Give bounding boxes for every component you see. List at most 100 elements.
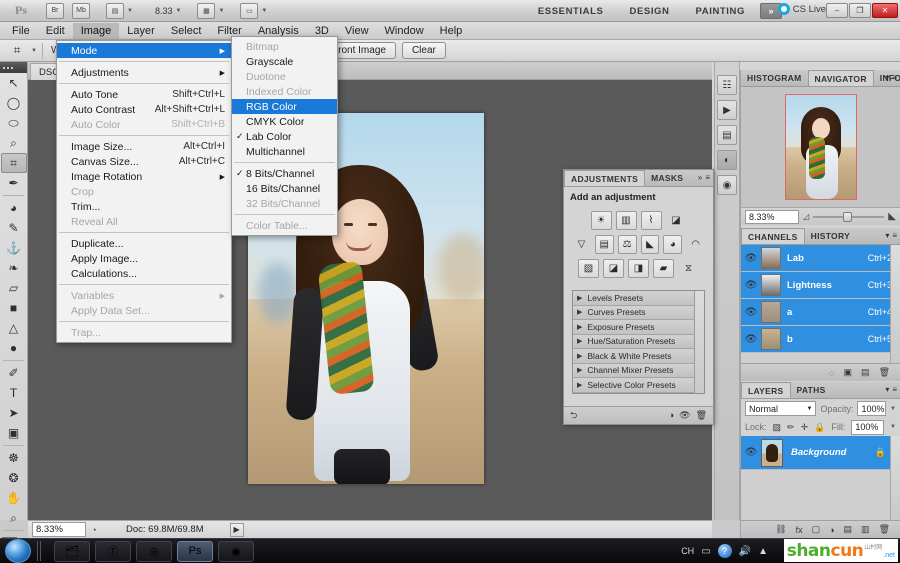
menu-item-8-bits-channel[interactable]: ✓ 8 Bits/Channel — [232, 166, 337, 181]
menu-select[interactable]: Select — [163, 23, 210, 39]
history-rail-icon[interactable]: ▶ — [717, 100, 737, 120]
zoom-in-icon[interactable]: ◣ — [888, 211, 896, 222]
menu-item-image-rotation[interactable]: Image Rotation ▶ — [57, 169, 231, 184]
tool-3d-orbit[interactable]: ❂ — [1, 468, 27, 488]
screen-mode-group[interactable]: ▭ ▼ — [232, 2, 267, 19]
preset-row[interactable]: ▶ Hue/Saturation Presets — [573, 334, 704, 349]
menu-item-image-size[interactable]: Image Size... Alt+Ctrl+I — [57, 139, 231, 154]
tab-channels[interactable]: CHANNELS — [741, 228, 805, 244]
show-hidden-icons-icon[interactable]: ▲ — [758, 546, 768, 557]
layer-style-icon[interactable]: fx — [796, 525, 803, 535]
chevron-right-icon[interactable]: ▶ — [577, 323, 582, 331]
tool-blur[interactable]: △ — [1, 318, 27, 338]
tab-layers[interactable]: LAYERS — [741, 382, 791, 398]
brightness-contrast-icon[interactable]: ☀ — [590, 211, 612, 230]
tool-history-brush[interactable]: ❧ — [1, 258, 27, 278]
new-adjustment-layer-icon[interactable]: ◑ — [829, 525, 834, 535]
channel-row[interactable]: 👁 Lightness Ctrl+3 — [741, 272, 900, 299]
photoshop-taskbar-item[interactable]: Ps — [177, 540, 213, 562]
workspace-essentials[interactable]: ESSENTIALS — [525, 0, 617, 22]
tool-dodge[interactable]: ● — [1, 338, 27, 358]
chevron-down-icon[interactable]: ▼ — [218, 8, 224, 14]
panel-menu-icon[interactable]: » ≡ — [698, 173, 710, 182]
tool-path-selection[interactable]: ➤ — [1, 403, 27, 423]
menu-item-16-bits-channel[interactable]: 16 Bits/Channel — [232, 181, 337, 196]
preset-row[interactable]: ▶ Levels Presets — [573, 291, 704, 306]
chevron-right-icon[interactable]: ▶ — [577, 381, 582, 389]
tool-zoom[interactable]: ⌕ — [1, 508, 27, 528]
adjustments-rail-icon[interactable]: ◐ — [717, 150, 737, 170]
menu-item-rgb-color[interactable]: RGB Color — [232, 99, 337, 114]
text-editor-taskbar-item[interactable]: Ⓣ — [95, 540, 131, 562]
threshold-icon[interactable]: ◨ — [628, 259, 649, 278]
chevron-down-icon[interactable]: ▼ — [261, 8, 267, 14]
status-zoom-value[interactable]: 8.33% — [32, 522, 86, 537]
menu-item-trim[interactable]: Trim... — [57, 199, 231, 214]
layers-scrollbar[interactable] — [890, 436, 900, 520]
tab-masks[interactable]: MASKS — [645, 170, 689, 186]
tab-adjustments[interactable]: ADJUSTMENTS — [564, 170, 646, 186]
selective-color-icon[interactable]: ⧖ — [678, 259, 699, 278]
chevron-down-icon[interactable]: ▼ — [127, 8, 133, 14]
menu-item-calculations[interactable]: Calculations... — [57, 266, 231, 281]
color-balance-icon[interactable]: ⚖ — [617, 235, 637, 254]
start-button[interactable] — [5, 539, 31, 563]
zoom-out-icon[interactable]: ◿ — [803, 212, 809, 221]
menu-file[interactable]: File — [4, 23, 38, 39]
invert-icon[interactable]: ▨ — [578, 259, 599, 278]
menu-item-canvas-size[interactable]: Canvas Size... Alt+Ctrl+C — [57, 154, 231, 169]
browser-taskbar-item[interactable]: ◎ — [136, 540, 172, 562]
channel-row[interactable]: 👁 b Ctrl+5 — [741, 326, 900, 353]
chevron-right-icon[interactable]: ▶ — [577, 366, 582, 374]
channel-mixer-icon[interactable]: ◠ — [686, 235, 705, 254]
menu-item-apply-image[interactable]: Apply Image... — [57, 251, 231, 266]
tool-crop[interactable]: ⌗ — [0, 153, 27, 173]
delete-layer-icon[interactable]: 🗑 — [879, 524, 890, 535]
preset-row[interactable]: ▶ Channel Mixer Presets — [573, 363, 704, 378]
lock-position-icon[interactable]: ✛ — [801, 422, 809, 433]
exposure-icon[interactable]: ◪ — [666, 211, 687, 230]
toolbox-grip[interactable] — [0, 62, 27, 73]
save-selection-as-channel-icon[interactable]: ▣ — [844, 367, 853, 378]
tool-pen[interactable]: ✐ — [1, 363, 27, 383]
menu-item-grayscale[interactable]: Grayscale — [232, 54, 337, 69]
minimize-button[interactable]: – — [826, 3, 848, 18]
navigator-thumbnail[interactable] — [784, 94, 857, 200]
create-new-channel-icon[interactable]: ▤ — [861, 367, 870, 378]
zoom-level-group[interactable]: 8.33 ▼ — [141, 6, 181, 16]
add-layer-mask-icon[interactable]: ▢ — [812, 524, 821, 535]
actions-rail-icon[interactable]: ▤ — [717, 125, 737, 145]
navigator-zoom-input[interactable]: 8.33% — [745, 209, 799, 224]
menu-item-cmyk-color[interactable]: CMYK Color — [232, 114, 337, 129]
tab-navigator[interactable]: NAVIGATOR — [807, 70, 874, 86]
curves-icon[interactable]: ⌇ — [640, 211, 662, 230]
tool-quick-selection[interactable]: ⌕ — [1, 133, 27, 153]
tool-rectangle[interactable]: ▣ — [1, 423, 27, 443]
preset-row[interactable]: ▶ Exposure Presets — [573, 320, 704, 335]
return-to-adjustment-list-icon[interactable]: ⮌ — [570, 408, 577, 424]
menu-image[interactable]: Image — [72, 22, 120, 39]
presets-scrollbar[interactable] — [694, 291, 704, 393]
volume-icon[interactable]: 🔊 — [739, 546, 751, 557]
lock-transparent-pixels-icon[interactable]: ▨ — [773, 422, 782, 433]
chevron-right-icon[interactable]: ▶ — [577, 294, 582, 302]
slider-knob[interactable] — [843, 211, 853, 222]
mini-bridge-icon[interactable]: ☷ — [717, 75, 737, 95]
preset-row[interactable]: ▶ Curves Presets — [573, 305, 704, 320]
bridge-icon[interactable]: Br — [46, 2, 64, 19]
tool-marquee[interactable]: ◯ — [1, 93, 27, 113]
mini-bridge-icon[interactable]: Mb — [72, 2, 90, 19]
link-layers-icon[interactable]: ⛓ — [775, 524, 786, 535]
eye-icon[interactable]: 👁 — [741, 334, 761, 345]
menu-edit[interactable]: Edit — [38, 23, 73, 39]
menu-item-multichannel[interactable]: Multichannel — [232, 144, 337, 159]
tool-hand[interactable]: ✋ — [1, 488, 27, 508]
black-white-icon[interactable]: ◣ — [640, 235, 660, 254]
tool-eraser[interactable]: ▱ — [1, 278, 27, 298]
explorer-taskbar-item[interactable]: 🗂 — [54, 540, 90, 562]
chevron-down-icon[interactable]: ▼ — [890, 424, 896, 430]
tool-brush[interactable]: ✎ — [1, 218, 27, 238]
navigator-zoom-slider[interactable] — [813, 210, 885, 224]
load-channel-as-selection-icon[interactable]: ◌ — [829, 368, 834, 378]
tool-lasso[interactable]: ⬭ — [1, 113, 27, 133]
